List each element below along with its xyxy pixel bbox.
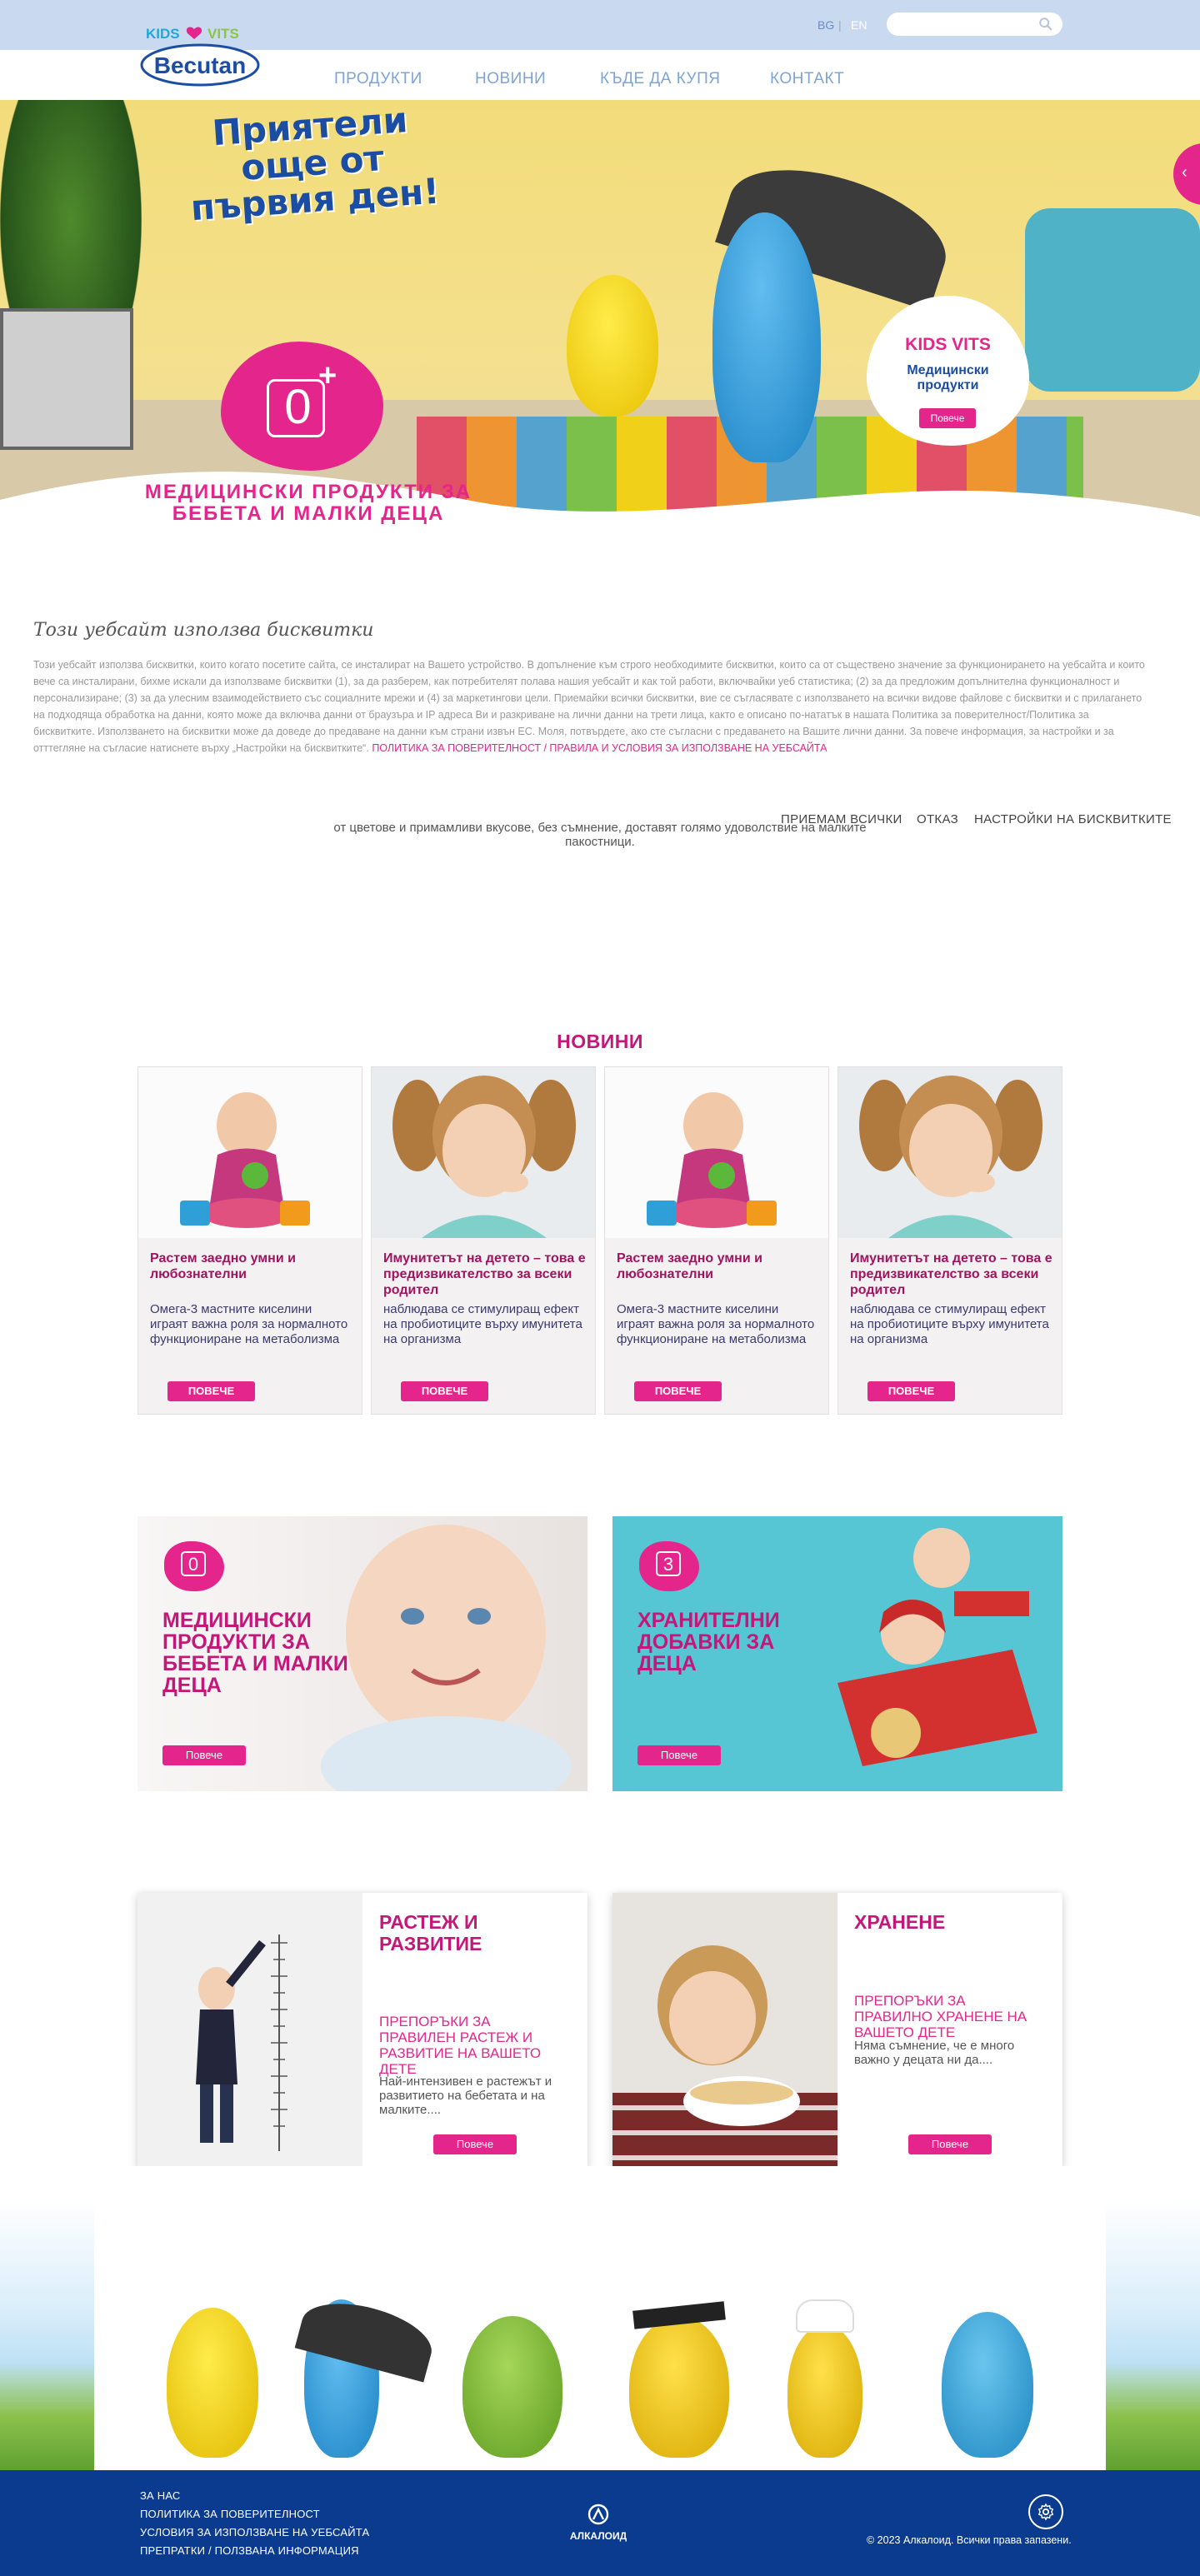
news-card[interactable]: Имунитетът на детето – това е предизвика… bbox=[838, 1066, 1062, 1415]
feature-growth[interactable]: РАСТЕЖ И РАЗВИТИЕ ПРЕПОРЪКИ ЗА ПРАВИЛЕН … bbox=[138, 1893, 588, 2169]
age-badge-number: 0 bbox=[284, 380, 312, 434]
news-heading[interactable]: Растем заедно умни и любознателни bbox=[617, 1251, 821, 1282]
news-image-baby bbox=[138, 1067, 362, 1238]
search-icon[interactable] bbox=[1038, 17, 1053, 32]
promo-age-number: 0 bbox=[181, 1551, 206, 1576]
promo-more-button[interactable]: Повече bbox=[162, 1745, 246, 1765]
hero-subtitle: МЕДИЦИНСКИ ПРОДУКТИ ЗА БЕБЕТА И МАЛКИ ДЕ… bbox=[144, 481, 472, 525]
promo-medical-products[interactable]: 0 МЕДИЦИНСКИ ПРОДУКТИ ЗА БЕБЕТА И МАЛКИ … bbox=[138, 1516, 588, 1791]
nav-products[interactable]: ПРОДУКТИ bbox=[334, 70, 422, 88]
news-more-button[interactable]: ПОВЕЧЕ bbox=[634, 1381, 722, 1401]
yellow-character bbox=[567, 275, 658, 417]
chevron-left-icon: ‹ bbox=[1182, 163, 1188, 182]
kids-vits-card-title: KIDS VITS bbox=[905, 335, 991, 354]
news-text: Омега-3 мастните киселини играят важна р… bbox=[150, 1302, 348, 1346]
lang-bg-link[interactable]: BG bbox=[818, 18, 834, 32]
kids-vits-card-subtitle: Медицински продукти bbox=[907, 363, 989, 392]
chef-hat-icon bbox=[796, 2299, 854, 2333]
news-card[interactable]: Растем заедно умни и любознателни Омега-… bbox=[138, 1066, 362, 1415]
svg-text:VITS: VITS bbox=[208, 26, 239, 42]
news-more-button[interactable]: ПОВЕЧЕ bbox=[168, 1381, 255, 1401]
hero-plant-pot bbox=[0, 308, 133, 450]
lang-separator: | bbox=[838, 18, 842, 32]
hero-chair bbox=[1025, 208, 1200, 392]
nav-news[interactable]: НОВИНИ bbox=[475, 70, 546, 88]
alkaloid-logo-text: АЛКАЛОИД bbox=[570, 2530, 628, 2542]
feature-subtitle: ПРЕПОРЪКИ ЗА ПРАВИЛНО ХРАНЕНЕ НА ВАШЕТО … bbox=[854, 1993, 1028, 2040]
news-card[interactable]: Растем заедно умни и любознателни Омега-… bbox=[604, 1066, 829, 1415]
news-text: наблюдава се стимулиращ ефект на пробиот… bbox=[383, 1302, 582, 1346]
feature-more-button[interactable]: Повече bbox=[908, 2134, 992, 2154]
news-heading[interactable]: Растем заедно умни и любознателни bbox=[150, 1251, 354, 1282]
yellow-character-baby bbox=[167, 2308, 258, 2458]
news-more-button[interactable]: ПОВЕЧЕ bbox=[401, 1381, 488, 1401]
nav-where-to-buy[interactable]: КЪДЕ ДА КУПЯ bbox=[600, 70, 720, 88]
news-image-baby bbox=[605, 1067, 828, 1238]
becutan-logo[interactable]: KIDS VITS Becutan bbox=[138, 25, 262, 88]
feature-more-button[interactable]: Повече bbox=[433, 2134, 517, 2154]
feature-subtitle: ПРЕПОРЪКИ ЗА ПРАВИЛЕН РАСТЕЖ И РАЗВИТИЕ … bbox=[379, 2014, 542, 2077]
cookie-accept-button[interactable]: ПРИЕМАМ ВСИЧКИ bbox=[781, 812, 902, 826]
footer-link-privacy[interactable]: ПОЛИТИКА ЗА ПОВЕРИТЕЛНОСТ bbox=[140, 2508, 320, 2520]
age-badge-plus: + bbox=[318, 358, 338, 393]
alkaloid-logo[interactable]: АЛКАЛОИД bbox=[557, 2503, 640, 2544]
kids-vits-more-button[interactable]: Повече bbox=[919, 408, 976, 428]
promo-food-supplements[interactable]: 3 ХРАНИТЕЛНИ ДОБАВКИ ЗА ДЕЦА Повече bbox=[612, 1516, 1062, 1791]
feature-image-boy-height bbox=[138, 1893, 362, 2169]
cookie-text: Този уебсайт използва бисквитки, които к… bbox=[33, 656, 1150, 756]
lang-en-link[interactable]: EN bbox=[851, 18, 867, 32]
news-more-button[interactable]: ПОВЕЧЕ bbox=[868, 1381, 955, 1401]
footer-link-terms[interactable]: УСЛОВИЯ ЗА ИЗПОЛЗВАНЕ НА УЕБСАЙТА bbox=[140, 2526, 369, 2539]
feature-title: РАСТЕЖ И РАЗВИТИЕ bbox=[379, 1911, 482, 1954]
nav-contact[interactable]: КОНТАКТ bbox=[770, 70, 844, 88]
footer-link-references[interactable]: ПРЕПРАТКИ / ПОЛЗВАНА ИНФОРМАЦИЯ bbox=[140, 2544, 359, 2557]
news-heading[interactable]: Имунитетът на детето – това е предизвика… bbox=[850, 1251, 1054, 1298]
cookie-settings-button[interactable]: НАСТРОЙКИ НА БИСКВИТКИТЕ bbox=[974, 812, 1172, 826]
promo-more-button[interactable]: Повече bbox=[638, 1745, 721, 1765]
feature-nutrition[interactable]: ХРАНЕНЕ ПРЕПОРЪКИ ЗА ПРАВИЛНО ХРАНЕНЕ НА… bbox=[612, 1893, 1062, 2169]
news-heading[interactable]: Имунитетът на детето – това е предизвика… bbox=[383, 1251, 588, 1298]
news-image-girl bbox=[372, 1067, 595, 1238]
news-text: Омега-3 мастните киселини играят важна р… bbox=[617, 1302, 815, 1346]
search-input[interactable] bbox=[887, 12, 1062, 36]
green-character-knight bbox=[462, 2316, 562, 2458]
feature-title: ХРАНЕНЕ bbox=[854, 1911, 946, 1933]
copyright: © 2023 Алкалоид. Всички права запазени. bbox=[867, 2534, 1072, 2546]
promo-title: МЕДИЦИНСКИ ПРОДУКТИ ЗА БЕБЕТА И МАЛКИ ДЕ… bbox=[162, 1609, 348, 1697]
cookie-settings-gear[interactable] bbox=[1028, 2494, 1063, 2529]
cookie-reject-button[interactable]: ОТКАЗ bbox=[917, 812, 958, 826]
promo-age-number: 3 bbox=[656, 1551, 681, 1576]
blue-character-sport bbox=[942, 2312, 1033, 2458]
yellow-character-chef bbox=[788, 2324, 862, 2458]
feature-image-girl-eating bbox=[612, 1893, 838, 2169]
cookie-body: Този уебсайт използва бисквитки, които к… bbox=[33, 659, 1145, 754]
feature-text: Няма съмнение, че е много важно у децата… bbox=[854, 2039, 1015, 2067]
news-card[interactable]: Имунитетът на детето – това е предизвика… bbox=[371, 1066, 596, 1415]
promo-title: ХРАНИТЕЛНИ ДОБАВКИ ЗА ДЕЦА bbox=[638, 1609, 780, 1675]
cookie-title: Този уебсайт използва бисквитки bbox=[33, 620, 374, 641]
yellow-character-graduate bbox=[629, 2316, 729, 2458]
gear-icon bbox=[1038, 2504, 1053, 2520]
cookie-policy-link[interactable]: ПОЛИТИКА ЗА ПОВЕРИТЕЛНОСТ / ПРАВИЛА И УС… bbox=[372, 742, 827, 754]
footer-link-about[interactable]: ЗА НАС bbox=[140, 2489, 181, 2502]
news-text: наблюдава се стимулиращ ефект на пробиот… bbox=[850, 1302, 1049, 1346]
news-section-title: НОВИНИ bbox=[557, 1031, 643, 1052]
svg-text:KIDS: KIDS bbox=[146, 26, 180, 42]
feature-text: Най-интензивен е растежът и развитието н… bbox=[379, 2074, 552, 2117]
svg-text:Becutan: Becutan bbox=[154, 52, 246, 78]
news-image-girl bbox=[838, 1067, 1062, 1238]
hero-title: Приятели още от първия ден! bbox=[189, 98, 441, 229]
